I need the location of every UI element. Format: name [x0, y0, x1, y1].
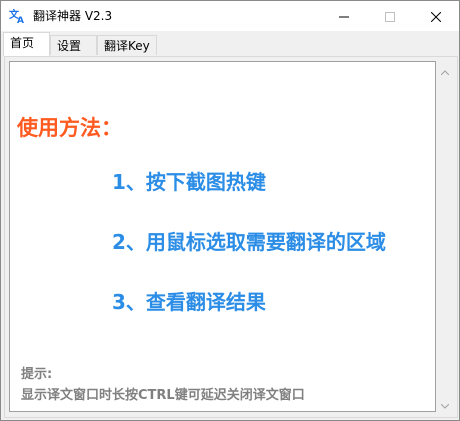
step-2: 2、用鼠标选取需要翻译的区域 [112, 230, 386, 254]
vertical-scrollbar[interactable] [436, 61, 453, 412]
window-title: 翻译神器 V2.3 [33, 9, 113, 23]
minimize-icon [339, 7, 349, 26]
chevron-down-icon [440, 394, 449, 413]
scroll-down-button[interactable] [436, 395, 453, 412]
tab-strip: 首页 设置 翻译Key [1, 31, 459, 56]
close-button[interactable] [413, 1, 459, 31]
close-icon [430, 7, 442, 26]
svg-text:A: A [17, 16, 24, 24]
tip-text: 显示译文窗口时长按CTRL键可延迟关闭译文窗口 [21, 388, 305, 403]
tab-settings[interactable]: 设置 [50, 35, 97, 55]
tip-label: 提示: [21, 367, 53, 382]
maximize-button[interactable] [367, 1, 413, 31]
tab-panel: 使用方法： 1、按下截图热键 2、用鼠标选取需要翻译的区域 3、查看翻译结果 提… [4, 56, 458, 418]
minimize-button[interactable] [321, 1, 367, 31]
app-window: 文 A 翻译神器 V2.3 首页 设置 翻译Key 使用方法： 1、按下截图热键… [0, 0, 460, 421]
translate-icon: 文 A [9, 8, 25, 26]
step-1: 1、按下截图热键 [112, 170, 266, 194]
title-bar[interactable]: 文 A 翻译神器 V2.3 [1, 1, 459, 31]
step-3: 3、查看翻译结果 [112, 290, 266, 314]
usage-heading: 使用方法： [17, 116, 122, 140]
tab-home[interactable]: 首页 [3, 32, 50, 56]
scroll-up-button[interactable] [436, 61, 453, 78]
maximize-icon [385, 7, 395, 26]
tab-translate-key[interactable]: 翻译Key [97, 35, 157, 55]
instructions-area: 使用方法： 1、按下截图热键 2、用鼠标选取需要翻译的区域 3、查看翻译结果 提… [9, 61, 436, 412]
chevron-up-icon [440, 60, 449, 79]
